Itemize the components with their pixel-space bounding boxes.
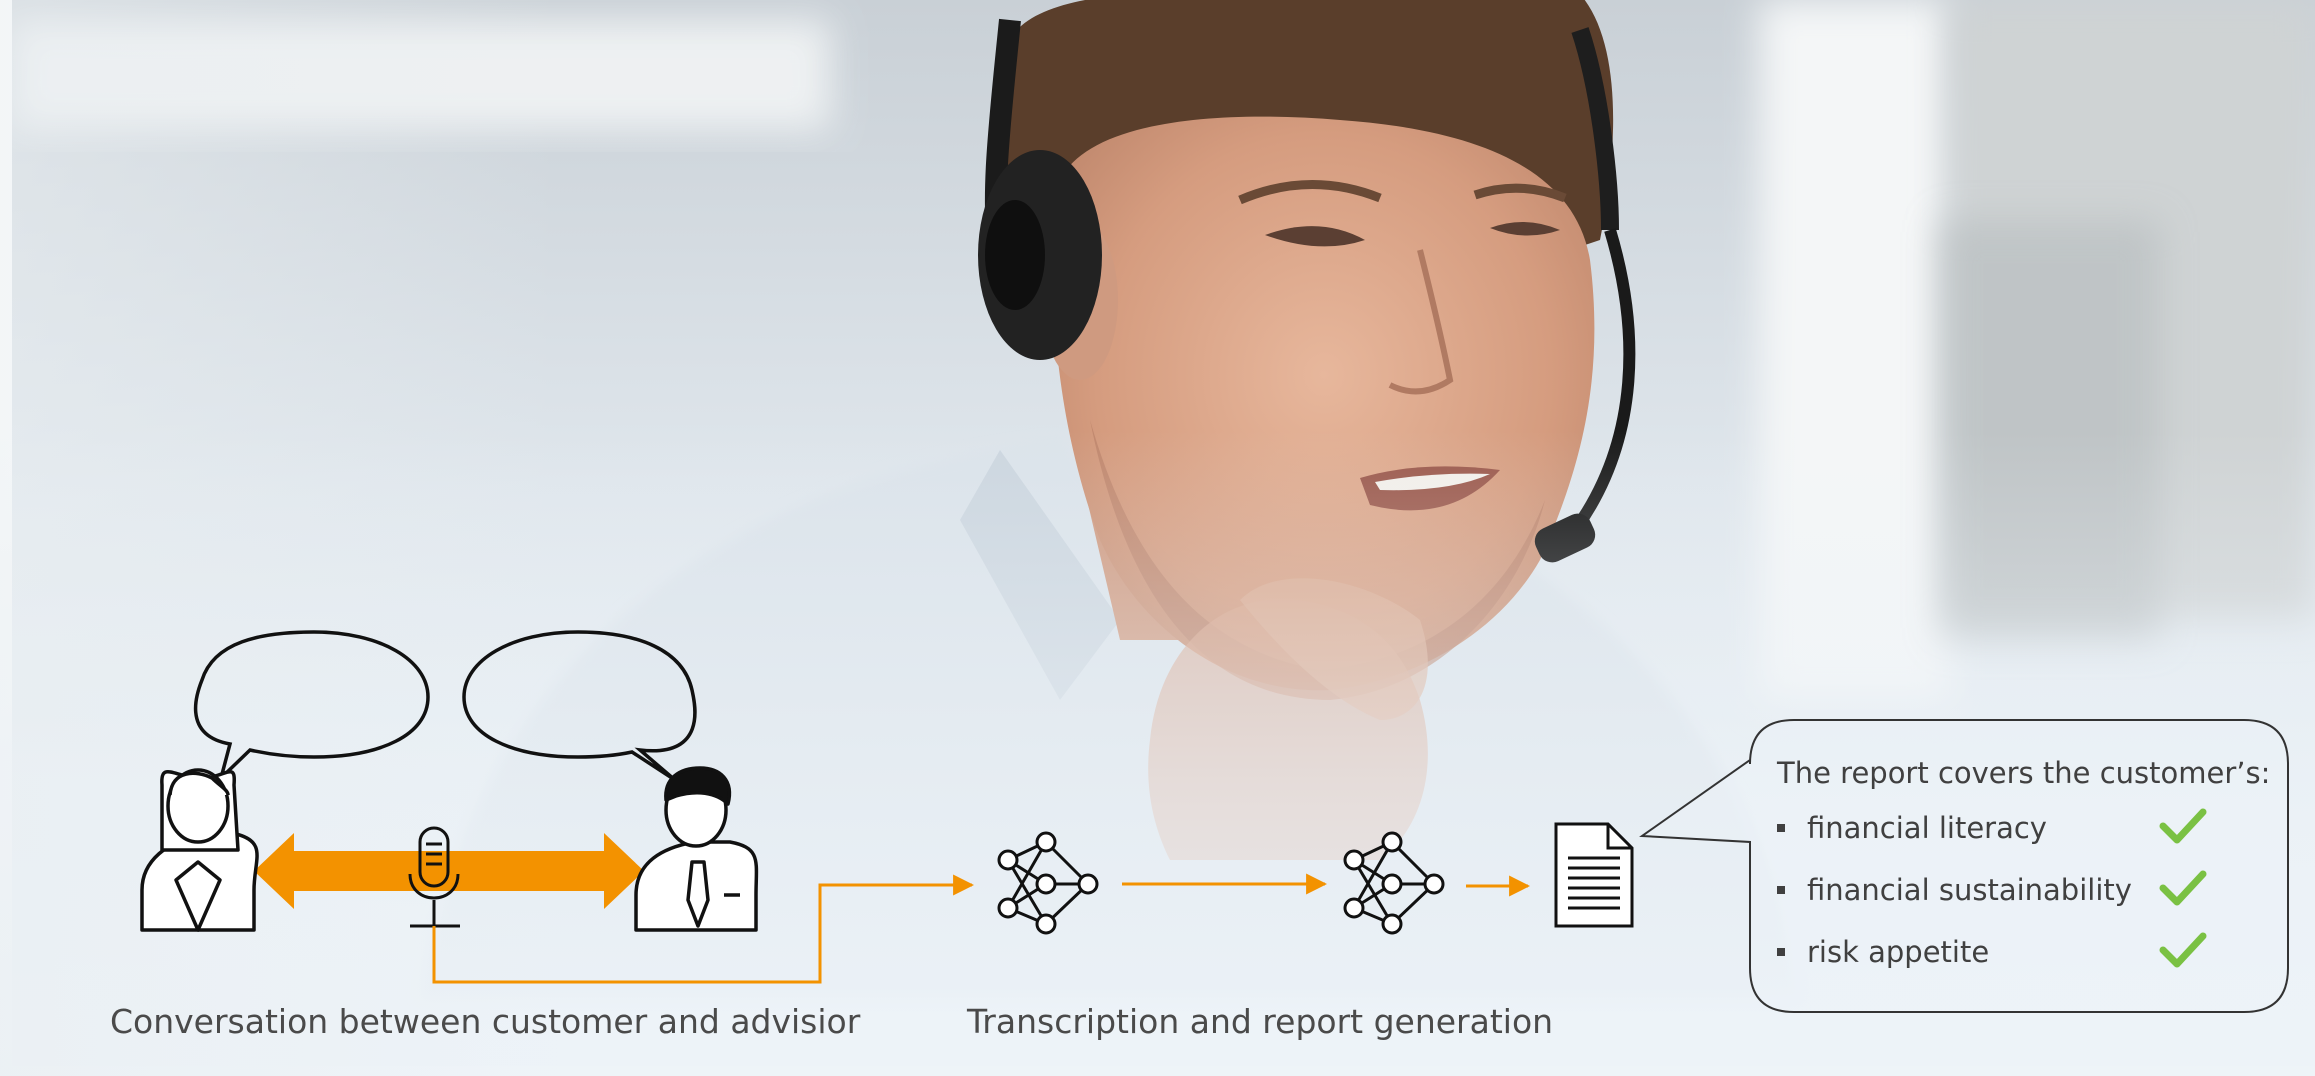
report-item: financial literacy (1777, 808, 2207, 848)
report-item-label: financial literacy (1807, 811, 2047, 845)
bullet-icon (1777, 886, 1785, 894)
report-panel: The report covers the customer’s: financ… (1749, 720, 2289, 1012)
report-item-label: financial sustainability (1807, 873, 2132, 907)
caption-conversation: Conversation between customer and advisi… (110, 1002, 861, 1041)
figure: Conversation between customer and advisi… (0, 0, 2315, 1076)
report-item: risk appetite (1777, 932, 2207, 972)
report-item-label: risk appetite (1807, 935, 1990, 969)
report-item: financial sustainability (1777, 870, 2207, 910)
bullet-icon (1777, 824, 1785, 832)
check-icon (2159, 808, 2207, 844)
caption-processing: Transcription and report generation (967, 1002, 1554, 1041)
check-icon (2159, 932, 2207, 968)
report-title: The report covers the customer’s: (1777, 756, 2271, 790)
check-icon (2159, 870, 2207, 906)
bullet-icon (1777, 948, 1785, 956)
document-icon (1554, 822, 1634, 928)
